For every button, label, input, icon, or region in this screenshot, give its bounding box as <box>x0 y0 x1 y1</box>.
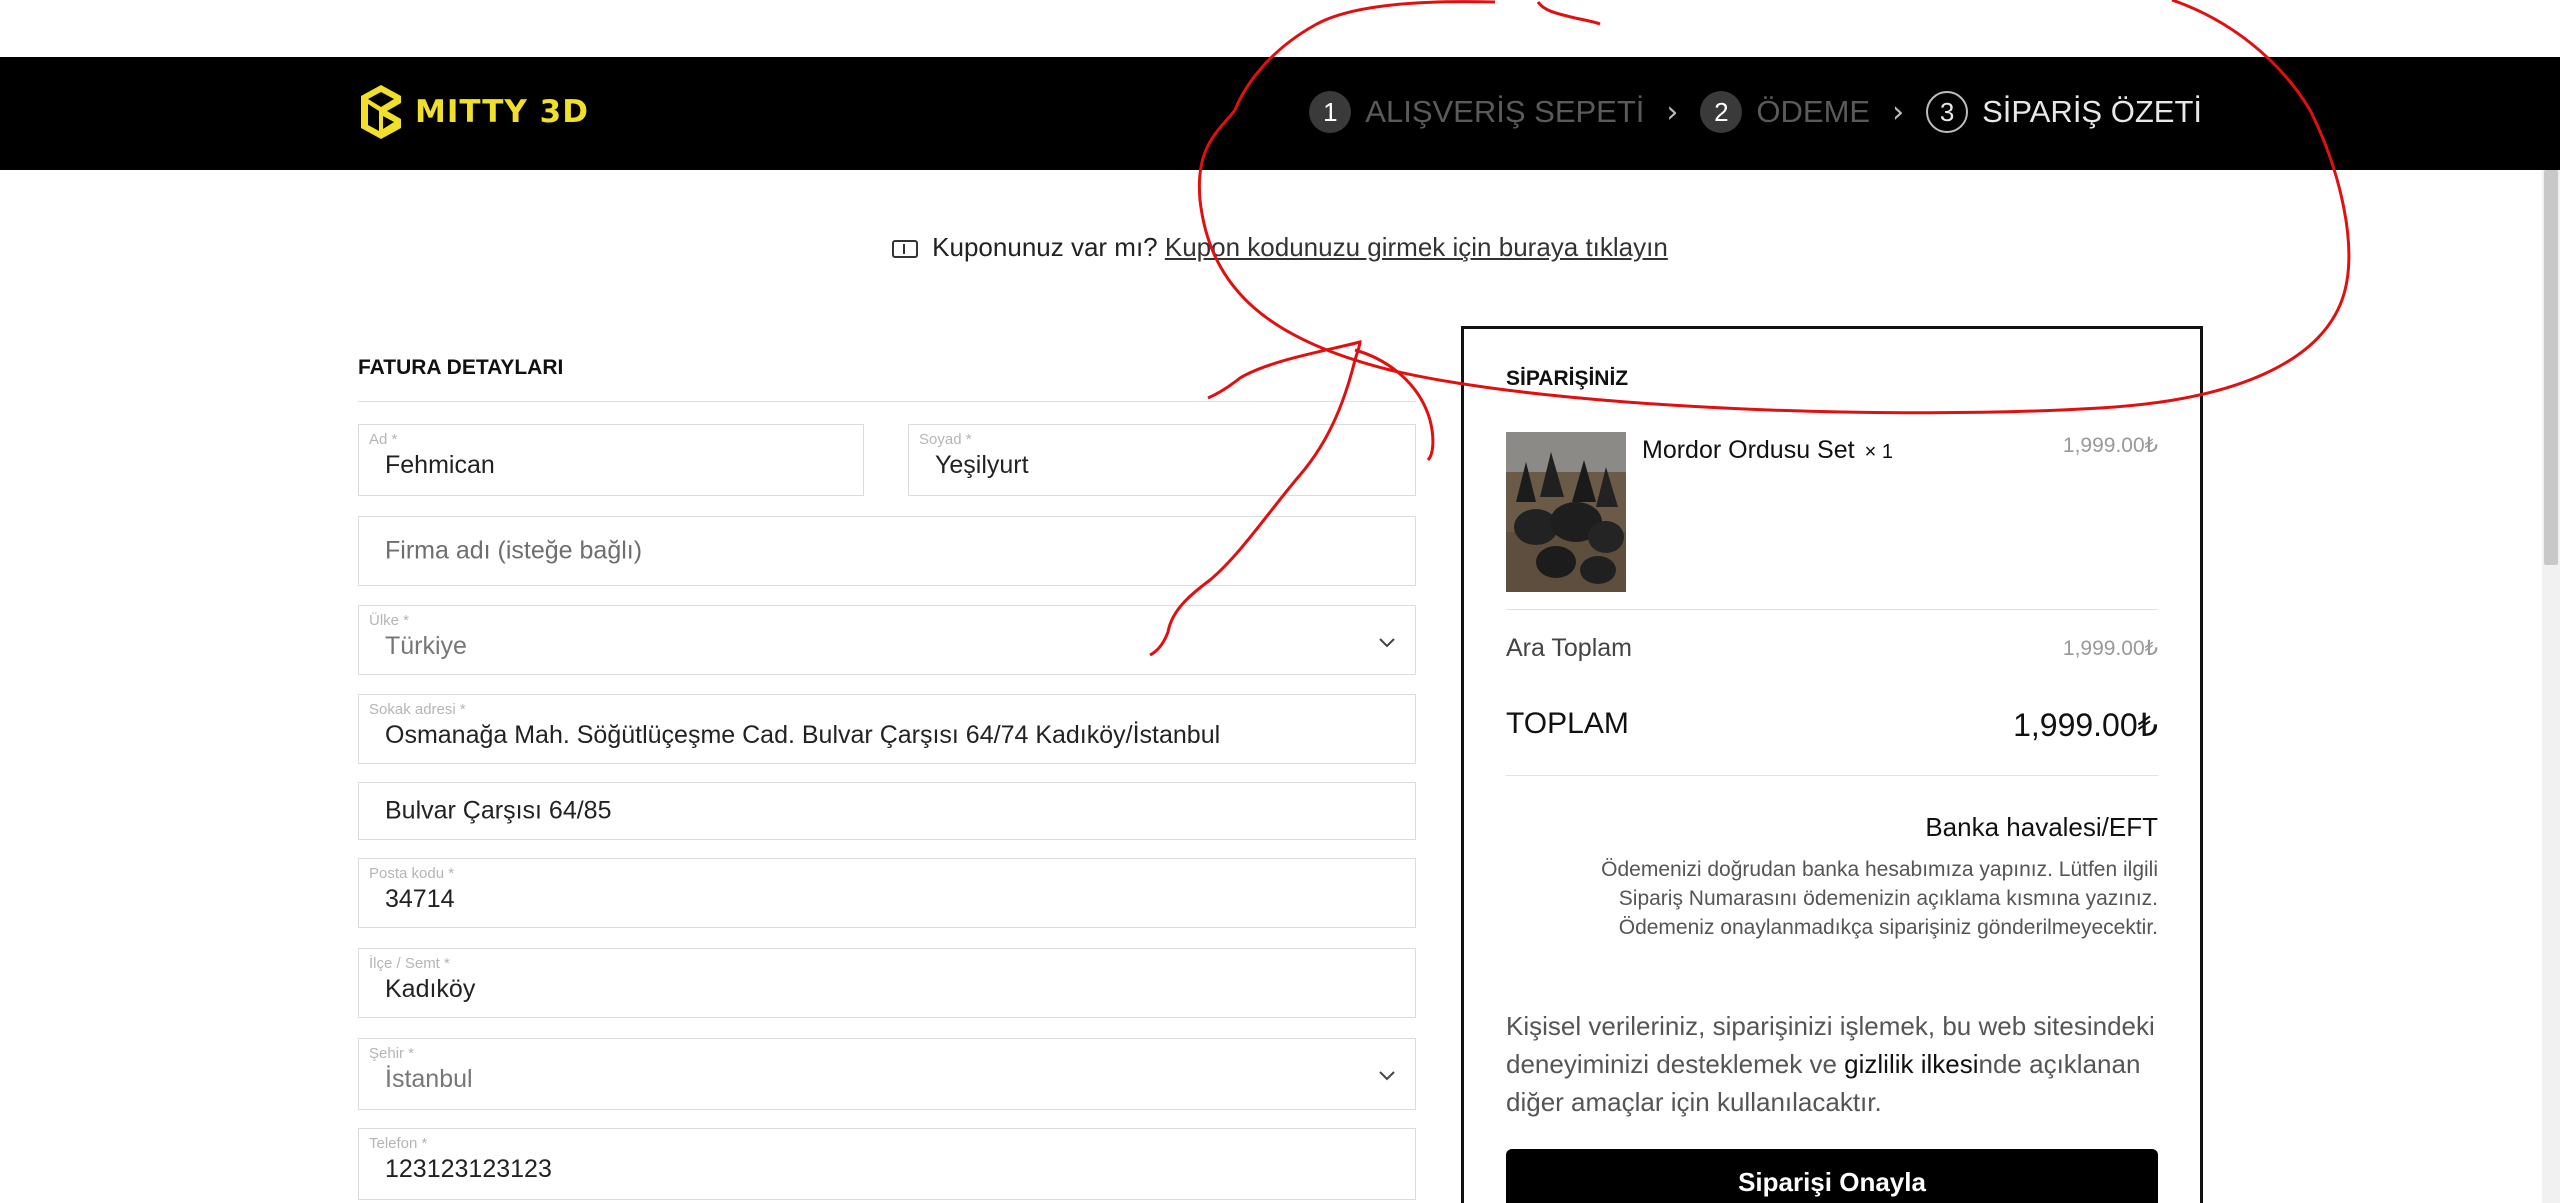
field-label: Telefon * <box>369 1135 428 1152</box>
postcode-field[interactable]: Posta kodu * 34714 <box>358 858 1416 928</box>
company-field[interactable]: Firma adı (isteğe bağlı) <box>358 516 1416 586</box>
order-summary: SİPARİŞİNİZ Mordor Ordusu Set × 1 1,999.0… <box>1461 326 2203 1203</box>
checkout-steps: 1 ALIŞVERİŞ SEPETİ › 2 ÖDEME › 3 SİPARİŞ… <box>1309 91 2202 133</box>
step-label: SİPARİŞ ÖZETİ <box>1982 94 2202 129</box>
field-label: Şehir * <box>369 1045 415 1062</box>
field-label: Sokak adresi * <box>369 701 466 718</box>
field-label: Posta kodu * <box>369 865 455 882</box>
field-value: Bulvar Çarşısı 64/85 <box>385 796 612 825</box>
divider <box>358 401 1416 402</box>
coupon-question: Kuponunuz var mı? <box>932 232 1158 262</box>
product-price: 1,999.00₺ <box>2062 434 2158 457</box>
field-label: Soyad * <box>919 431 972 448</box>
subtotal-label: Ara Toplam <box>1506 634 1632 662</box>
step-summary[interactable]: 3 SİPARİŞ ÖZETİ <box>1926 91 2202 133</box>
chevron-right-icon: › <box>1892 94 1905 130</box>
page-scrollbar[interactable] <box>2542 170 2560 1203</box>
field-value: İstanbul <box>385 1065 473 1093</box>
district-field[interactable]: İlçe / Semt * Kadıköy <box>358 948 1416 1018</box>
field-label: Ülke * <box>369 612 410 629</box>
chevron-down-icon <box>1379 638 1395 648</box>
field-value: 34714 <box>385 885 455 913</box>
divider <box>1506 775 2158 776</box>
coupon-link[interactable]: Kupon kodunuzu girmek için buraya tıklay… <box>1165 232 1668 262</box>
country-select[interactable]: Ülke * Türkiye <box>358 605 1416 675</box>
street-address-2-field[interactable]: Bulvar Çarşısı 64/85 <box>358 782 1416 840</box>
step-label: ALIŞVERİŞ SEPETİ <box>1365 94 1645 129</box>
chevron-right-icon: › <box>1666 94 1679 130</box>
privacy-policy-link[interactable]: gizlilik ilkesi <box>1844 1049 1978 1079</box>
step-number: 2 <box>1700 91 1743 133</box>
step-payment[interactable]: 2 ÖDEME <box>1700 91 1870 133</box>
confirm-order-button[interactable]: Siparişi Onayla <box>1506 1149 2158 1203</box>
product-title: Mordor Ordusu Set <box>1642 436 1855 464</box>
order-title: SİPARİŞİNİZ <box>1506 367 1629 390</box>
field-placeholder: Firma adı (isteğe bağlı) <box>385 536 643 565</box>
privacy-notice: Kişisel verileriniz, siparişinizi işleme… <box>1506 1007 2166 1121</box>
payment-method-description: Ödemenizi doğrudan banka hesabımıza yapı… <box>1601 858 2158 939</box>
product-image <box>1506 432 1626 592</box>
coupon-notice: Kuponunuz var mı? Kupon kodunuzu girmek … <box>0 232 2560 263</box>
annotation-squiggle <box>1536 1 1601 26</box>
chevron-down-icon <box>1379 1071 1395 1081</box>
total-label: TOPLAM <box>1506 707 1629 740</box>
total-value: 1,999.00₺ <box>2013 707 2158 743</box>
divider <box>1506 609 2158 610</box>
ticket-icon <box>892 240 919 258</box>
site-header: MITTY 3D 1 ALIŞVERİŞ SEPETİ › 2 ÖDEME › … <box>0 57 2560 170</box>
field-value: Kadıköy <box>385 975 476 1003</box>
field-label: İlçe / Semt * <box>369 955 450 972</box>
brand-name: MITTY 3D <box>415 94 589 130</box>
field-value: Yeşilyurt <box>935 451 1029 479</box>
phone-field[interactable]: Telefon * 123123123123 <box>358 1128 1416 1200</box>
field-value: Osmanağa Mah. Söğütlüçeşme Cad. Bulvar Ç… <box>385 721 1221 749</box>
step-label: ÖDEME <box>1756 94 1871 129</box>
brand-logo[interactable]: MITTY 3D <box>357 83 589 141</box>
last-name-field[interactable]: Soyad * Yeşilyurt <box>908 424 1416 496</box>
step-cart[interactable]: 1 ALIŞVERİŞ SEPETİ <box>1309 91 1644 133</box>
field-value: 123123123123 <box>385 1155 552 1183</box>
billing-title: FATURA DETAYLARI <box>358 356 564 379</box>
step-number: 1 <box>1309 91 1352 133</box>
payment-method-title: Banka havalesi/EFT <box>1925 812 2158 842</box>
step-number: 3 <box>1926 91 1969 133</box>
product-quantity: × 1 <box>1864 441 1893 463</box>
street-address-field[interactable]: Sokak adresi * Osmanağa Mah. Söğütlüçeşm… <box>358 694 1416 764</box>
field-label: Ad * <box>369 431 398 448</box>
first-name-field[interactable]: Ad * Fehmican <box>358 424 864 496</box>
cube-logo-icon <box>361 85 401 139</box>
product-thumbnail[interactable] <box>1506 432 1626 592</box>
product-name: Mordor Ordusu Set × 1 <box>1642 436 1893 465</box>
city-select[interactable]: Şehir * İstanbul <box>358 1038 1416 1110</box>
field-value: Fehmican <box>385 451 495 479</box>
subtotal-value: 1,999.00₺ <box>2062 637 2158 660</box>
field-value: Türkiye <box>385 632 467 660</box>
scrollbar-thumb[interactable] <box>2544 170 2558 565</box>
